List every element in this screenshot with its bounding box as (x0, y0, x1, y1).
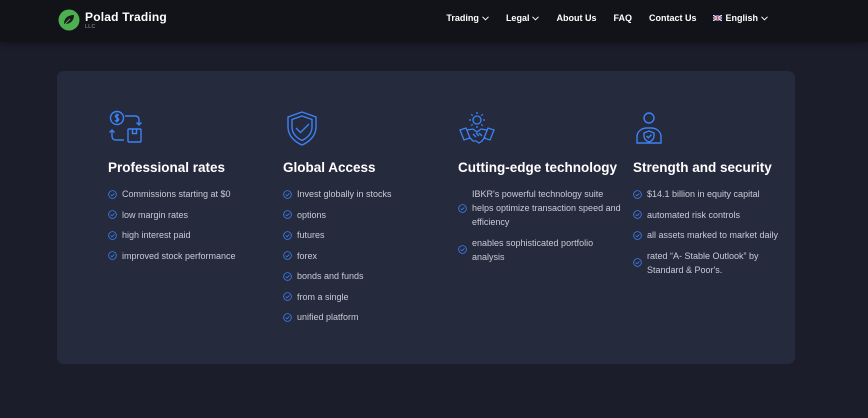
chevron-down-icon (532, 15, 540, 21)
nav-contact-us-label: Contact Us (648, 13, 697, 23)
list-item: futures (283, 228, 463, 242)
feature-text: all assets marked to market daily (647, 230, 779, 240)
feature-text: futures (297, 230, 325, 240)
check-circle-icon (458, 245, 467, 254)
feature-list: Invest globally in stocks options future… (283, 187, 463, 324)
currency-exchange-icon (109, 110, 142, 143)
list-item: enables sophisticated portfolio analysis (458, 236, 623, 264)
feature-text: options (297, 209, 327, 220)
feature-text: automated risk controls (647, 209, 741, 220)
user-shield-icon (636, 112, 662, 144)
feature-column-professional-rates: Professional rates Commissions starting … (108, 109, 288, 269)
check-circle-icon (108, 251, 117, 260)
feature-text: $14.1 billion in equity capital (647, 189, 760, 199)
list-item: unified platform (283, 310, 463, 324)
feature-text: IBKR's powerful technology suite helps o… (472, 189, 621, 227)
check-circle-icon (633, 189, 642, 199)
feature-column-strength-and-security: Strength and security $14.1 billion in e… (633, 109, 793, 283)
nav-trading-label: Trading (446, 13, 479, 23)
feature-list: Commissions starting at $0 low margin ra… (108, 187, 288, 263)
column-title: Strength and security (633, 160, 772, 175)
uk-flag-icon (713, 15, 723, 21)
check-circle-icon (633, 230, 642, 240)
check-circle-icon (108, 189, 117, 199)
nav-legal[interactable]: Legal (506, 13, 540, 23)
list-item: $14.1 billion in equity capital (633, 187, 793, 201)
list-item: options (283, 208, 463, 222)
feature-list: $14.1 billion in equity capital automate… (633, 187, 793, 277)
list-item: IBKR's powerful technology suite helps o… (458, 187, 623, 229)
list-item: rated “A- Stable Outlook” by Standard & … (633, 249, 793, 277)
nav-legal-label: Legal (505, 13, 530, 23)
brand-sub: LLC (85, 23, 96, 30)
feature-column-cutting-edge-technology: Cutting-edge technology IBKR's powerful … (458, 109, 623, 270)
top-navbar: Polad Trading LLC Trading Legal About Us… (0, 0, 868, 42)
nav-trading[interactable]: Trading (446, 13, 489, 23)
feature-text: rated “A- Stable Outlook” by Standard & … (647, 250, 759, 275)
check-circle-icon (283, 271, 292, 281)
nav-about-us-label: About Us (556, 13, 597, 23)
feature-text: from a single (297, 291, 349, 302)
column-title: Professional rates (108, 160, 226, 175)
list-item: from a single (283, 290, 463, 304)
nav-faq-label: FAQ (613, 13, 632, 23)
feature-column-global-access: Global Access Invest globally in stocks … (283, 109, 463, 331)
handshake-gear-icon (459, 112, 495, 144)
nav-contact-us[interactable]: Contact Us (649, 13, 697, 23)
feature-text: Commissions starting at $0 (122, 189, 231, 199)
check-circle-icon (283, 251, 292, 260)
check-circle-icon (283, 292, 292, 301)
shield-check-icon (287, 111, 317, 146)
feature-text: Invest globally in stocks (297, 189, 392, 199)
check-circle-icon (458, 203, 467, 213)
nav-faq[interactable]: FAQ (613, 13, 632, 23)
list-item: forex (283, 249, 463, 263)
language-selector[interactable]: English (713, 13, 768, 23)
check-circle-icon (283, 210, 292, 219)
chevron-down-icon (761, 15, 768, 21)
chevron-down-icon (482, 15, 489, 21)
feature-text: forex (297, 250, 318, 261)
brand-name: Polad Trading (85, 9, 167, 24)
feature-text: low margin rates (122, 209, 189, 220)
check-circle-icon (283, 312, 292, 322)
main-menu: Trading Legal About Us FAQ Contact Us En… (429, 13, 768, 23)
list-item: Commissions starting at $0 (108, 187, 288, 201)
list-item: low margin rates (108, 208, 288, 222)
check-circle-icon (108, 210, 117, 219)
feature-text: bonds and funds (297, 271, 364, 281)
nav-about-us[interactable]: About Us (556, 13, 596, 23)
feature-text: improved stock performance (122, 250, 236, 261)
list-item: high interest paid (108, 228, 288, 242)
check-circle-icon (283, 189, 292, 199)
list-item: improved stock performance (108, 249, 288, 263)
check-circle-icon (283, 230, 292, 240)
feature-text: enables sophisticated portfolio analysis (472, 237, 594, 262)
language-label: English (725, 13, 758, 23)
column-title: Cutting-edge technology (458, 160, 617, 175)
check-circle-icon (633, 210, 642, 219)
list-item: Invest globally in stocks (283, 187, 463, 201)
list-item: automated risk controls (633, 208, 793, 222)
check-circle-icon (633, 258, 642, 267)
feature-text: high interest paid (122, 230, 191, 240)
features-card: Professional rates Commissions starting … (57, 71, 795, 364)
leaf-logo-icon (58, 9, 80, 31)
list-item: all assets marked to market daily (633, 228, 793, 242)
list-item: bonds and funds (283, 269, 463, 283)
feature-list: IBKR's powerful technology suite helps o… (458, 187, 623, 264)
check-circle-icon (108, 230, 117, 240)
column-title: Global Access (283, 160, 376, 175)
logo[interactable]: Polad Trading LLC (58, 7, 167, 33)
feature-text: unified platform (297, 312, 359, 322)
